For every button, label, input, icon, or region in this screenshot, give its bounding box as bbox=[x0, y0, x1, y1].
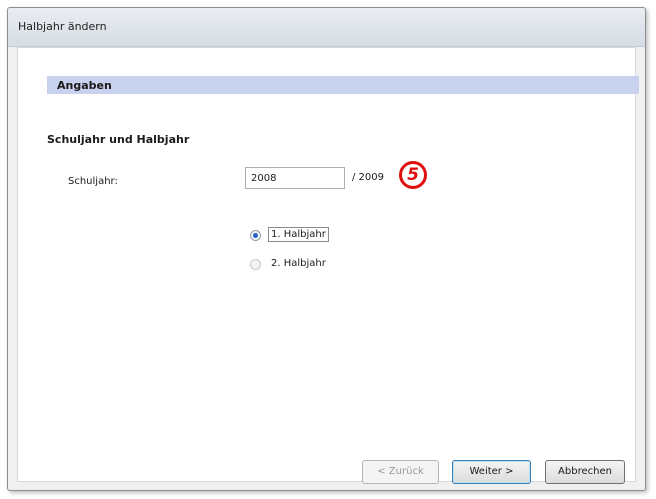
back-button[interactable]: < Zurück bbox=[362, 460, 439, 484]
section-header: Angaben bbox=[47, 76, 639, 94]
school-year-input[interactable] bbox=[245, 167, 345, 189]
dialog-window: Halbjahr ändern Angaben Schuljahr und Ha… bbox=[7, 7, 646, 491]
dialog-content: Angaben Schuljahr und Halbjahr Schuljahr… bbox=[17, 47, 639, 484]
next-button[interactable]: Weiter > bbox=[452, 460, 531, 484]
school-year-label: Schuljahr: bbox=[68, 176, 118, 187]
title-bar: Halbjahr ändern bbox=[8, 8, 645, 47]
radio-button-disabled-icon[interactable] bbox=[250, 259, 261, 270]
group-title: Schuljahr und Halbjahr bbox=[47, 133, 190, 146]
step-number-callout: 5 bbox=[399, 161, 427, 189]
radio-button-checked-icon[interactable] bbox=[250, 230, 261, 241]
window-title: Halbjahr ändern bbox=[18, 20, 107, 33]
section-header-label: Angaben bbox=[57, 79, 112, 92]
school-year-suffix: / 2009 bbox=[352, 172, 384, 183]
cancel-button[interactable]: Abbrechen bbox=[545, 460, 625, 484]
radio-label-first-half-year[interactable]: 1. Halbjahr bbox=[268, 227, 329, 242]
radio-label-second-half-year[interactable]: 2. Halbjahr bbox=[268, 256, 329, 271]
